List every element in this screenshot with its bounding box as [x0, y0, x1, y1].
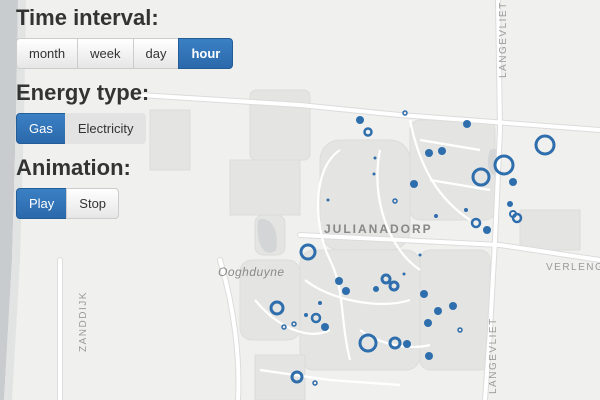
usage-marker[interactable]: [483, 226, 491, 234]
usage-marker[interactable]: [449, 302, 457, 310]
energy-electricity-button[interactable]: Electricity: [64, 113, 147, 144]
usage-marker[interactable]: [318, 301, 322, 305]
usage-marker[interactable]: [410, 180, 418, 188]
energy-type-group: Gas Electricity: [16, 113, 233, 144]
street-label-langevliet-top: LANGEVLIET: [498, 1, 509, 78]
usage-ring-marker[interactable]: [511, 212, 523, 224]
map-view[interactable]: JULIANADORP Ooghduyne LANGEVLIET LANGEVL…: [0, 0, 600, 400]
district-label: JULIANADORP: [324, 222, 433, 236]
animation-stop-button[interactable]: Stop: [66, 188, 120, 219]
usage-marker[interactable]: [507, 201, 513, 207]
usage-ring-marker[interactable]: [509, 210, 517, 218]
usage-ring-marker[interactable]: [363, 127, 373, 137]
usage-marker[interactable]: [356, 116, 364, 124]
interval-week-button[interactable]: week: [77, 38, 134, 69]
interval-month-button[interactable]: month: [16, 38, 79, 69]
animation-heading: Animation:: [16, 155, 131, 180]
energy-type-heading: Energy type:: [16, 80, 150, 105]
street-label-langevliet-bottom: LANGEVLIET: [488, 317, 499, 394]
usage-marker[interactable]: [418, 253, 422, 257]
energy-gas-button[interactable]: Gas: [16, 113, 66, 144]
usage-marker[interactable]: [342, 287, 350, 295]
usage-marker[interactable]: [372, 172, 376, 176]
usage-marker[interactable]: [463, 120, 471, 128]
time-interval-group: month week day hour: [16, 38, 234, 69]
usage-ring-marker[interactable]: [534, 134, 556, 156]
usage-marker[interactable]: [326, 198, 330, 202]
usage-marker[interactable]: [425, 352, 433, 360]
usage-marker[interactable]: [464, 208, 468, 212]
usage-marker[interactable]: [434, 307, 442, 315]
usage-ring-marker[interactable]: [470, 217, 482, 229]
usage-marker[interactable]: [438, 147, 446, 155]
control-panel: Time interval: month week day hour Energ…: [16, 5, 234, 231]
usage-marker[interactable]: [434, 214, 438, 218]
usage-marker[interactable]: [402, 272, 406, 276]
usage-marker[interactable]: [424, 319, 432, 327]
animation-group: Play Stop: [16, 188, 233, 219]
usage-ring-marker[interactable]: [312, 380, 318, 386]
street-label-zanddijk: ZANDDIJK: [78, 291, 89, 352]
usage-marker[interactable]: [420, 290, 428, 298]
usage-marker[interactable]: [373, 286, 379, 292]
animation-play-button[interactable]: Play: [16, 188, 68, 219]
usage-marker[interactable]: [304, 313, 308, 317]
usage-marker[interactable]: [509, 178, 517, 186]
usage-marker[interactable]: [321, 323, 329, 331]
street-label-verlengde: VERLENGDE: [546, 262, 600, 273]
usage-marker[interactable]: [403, 340, 411, 348]
interval-hour-button[interactable]: hour: [178, 38, 234, 69]
usage-marker[interactable]: [335, 277, 343, 285]
usage-marker[interactable]: [373, 156, 377, 160]
usage-marker[interactable]: [425, 149, 433, 157]
time-interval-heading: Time interval:: [16, 5, 159, 30]
interval-day-button[interactable]: day: [132, 38, 180, 69]
place-label: Ooghduyne: [218, 265, 285, 279]
